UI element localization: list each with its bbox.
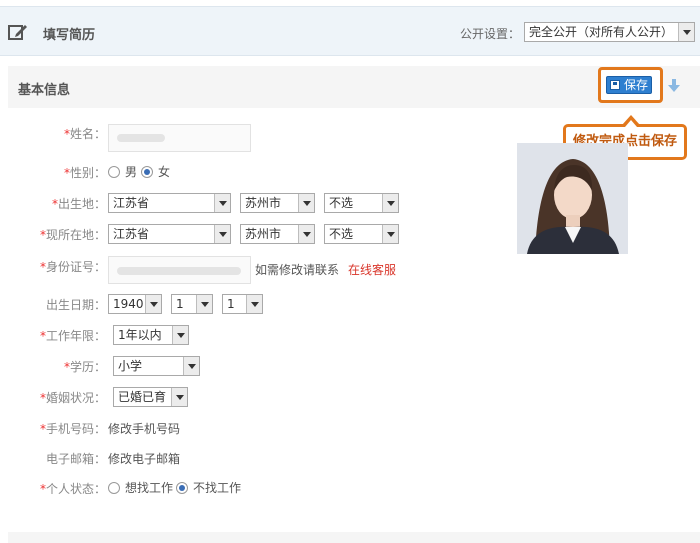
gender-female-radio[interactable] bbox=[141, 166, 153, 178]
chevron-down-icon bbox=[214, 194, 230, 212]
status-label: *个人状态： bbox=[0, 480, 106, 498]
name-label: *姓名： bbox=[0, 125, 106, 143]
birthplace-city-value: 苏州市 bbox=[245, 196, 282, 210]
birthplace-label: *出生地： bbox=[0, 195, 106, 213]
gender-male-radio[interactable] bbox=[108, 166, 120, 178]
birthdate-label-text: 出生日期： bbox=[45, 298, 106, 312]
gender-female-label: 女 bbox=[158, 165, 171, 179]
page-title: 填写简历 bbox=[43, 28, 96, 43]
online-support-link[interactable]: 在线客服 bbox=[348, 261, 396, 279]
visibility-label: 公开设置： bbox=[460, 27, 521, 41]
chevron-down-icon bbox=[246, 295, 262, 313]
residence-label: *现所在地： bbox=[0, 226, 106, 244]
gender-male-label: 男 bbox=[125, 165, 138, 179]
work-years-select[interactable]: 1年以内 bbox=[113, 325, 189, 345]
arrow-down-icon[interactable] bbox=[668, 79, 680, 93]
name-input[interactable] bbox=[108, 124, 251, 152]
residence-district-select[interactable]: 不选 bbox=[324, 224, 399, 244]
chevron-down-icon bbox=[171, 388, 187, 406]
status-seeking-label: 想找工作 bbox=[125, 481, 174, 495]
status-not-seeking-label: 不找工作 bbox=[193, 481, 242, 495]
chevron-down-icon bbox=[145, 295, 161, 313]
id-number-label: *身份证号： bbox=[0, 258, 106, 276]
section-footer bbox=[8, 532, 700, 543]
status-seeking-radio[interactable] bbox=[108, 482, 120, 494]
birth-day-select[interactable]: 1 bbox=[222, 294, 263, 314]
save-button[interactable]: 保存 bbox=[606, 76, 652, 94]
birth-day-value: 1 bbox=[227, 297, 235, 311]
name-label-text: 姓名： bbox=[69, 127, 106, 141]
id-number-label-text: 身份证号： bbox=[45, 260, 106, 274]
gender-label-text: 性别： bbox=[69, 166, 106, 180]
id-number-input bbox=[108, 256, 251, 284]
basic-info-section-header: 基本信息 bbox=[8, 66, 700, 108]
section-title: 基本信息 bbox=[18, 83, 71, 98]
marital-value: 已婚已育 bbox=[118, 390, 167, 404]
residence-province-select[interactable]: 江苏省 bbox=[108, 224, 231, 244]
education-select[interactable]: 小学 bbox=[113, 356, 200, 376]
phone-label: *手机号码： bbox=[0, 420, 106, 438]
chevron-down-icon bbox=[382, 194, 398, 212]
education-value: 小学 bbox=[118, 359, 143, 373]
birth-month-select[interactable]: 1 bbox=[171, 294, 213, 314]
chevron-down-icon bbox=[214, 225, 230, 243]
birthplace-label-text: 出生地： bbox=[57, 197, 106, 211]
education-label: *学历： bbox=[0, 358, 106, 376]
status-not-seeking-radio[interactable] bbox=[176, 482, 188, 494]
work-years-value: 1年以内 bbox=[118, 328, 162, 342]
visibility-value: 完全公开（对所有人公开） bbox=[529, 25, 674, 39]
birth-month-value: 1 bbox=[176, 297, 184, 311]
id-number-hint: 如需修改请联系 bbox=[255, 263, 340, 277]
redacted-value bbox=[117, 134, 165, 142]
avatar bbox=[517, 143, 628, 254]
residence-province-value: 江苏省 bbox=[113, 227, 150, 241]
work-years-label: *工作年限： bbox=[0, 327, 106, 345]
save-button-label: 保存 bbox=[624, 78, 649, 92]
redacted-value bbox=[117, 267, 241, 275]
gender-label: *性别： bbox=[0, 164, 106, 182]
chevron-down-icon bbox=[172, 326, 188, 344]
birthplace-district-value: 不选 bbox=[329, 196, 354, 210]
edit-email-link[interactable]: 修改电子邮箱 bbox=[108, 450, 180, 468]
birthplace-district-select[interactable]: 不选 bbox=[324, 193, 399, 213]
phone-label-text: 手机号码： bbox=[45, 422, 106, 436]
chevron-down-icon bbox=[382, 225, 398, 243]
email-label: 电子邮箱： bbox=[0, 450, 106, 468]
chevron-down-icon bbox=[298, 225, 314, 243]
birth-year-select[interactable]: 1940 bbox=[108, 294, 162, 314]
residence-label-text: 现所在地： bbox=[45, 228, 106, 242]
edit-phone-link[interactable]: 修改手机号码 bbox=[108, 420, 180, 438]
work-years-label-text: 工作年限： bbox=[45, 329, 106, 343]
birth-year-value: 1940 bbox=[113, 297, 144, 311]
status-label-text: 个人状态： bbox=[45, 482, 106, 496]
residence-city-select[interactable]: 苏州市 bbox=[240, 224, 315, 244]
marital-label-text: 婚姻状况： bbox=[45, 391, 106, 405]
chevron-down-icon bbox=[678, 23, 694, 41]
birthplace-province-select[interactable]: 江苏省 bbox=[108, 193, 231, 213]
chevron-down-icon bbox=[196, 295, 212, 313]
resume-header-bar: 填写简历 公开设置： 完全公开（对所有人公开） bbox=[0, 6, 700, 56]
chevron-down-icon bbox=[183, 357, 199, 375]
birthplace-province-value: 江苏省 bbox=[113, 196, 150, 210]
chevron-down-icon bbox=[298, 194, 314, 212]
marital-select[interactable]: 已婚已育 bbox=[113, 387, 188, 407]
birthdate-label: 出生日期： bbox=[0, 296, 106, 314]
residence-district-value: 不选 bbox=[329, 227, 354, 241]
floppy-disk-icon bbox=[610, 80, 620, 90]
email-label-text: 电子邮箱： bbox=[45, 452, 106, 466]
profile-photo[interactable] bbox=[517, 143, 628, 254]
birthplace-city-select[interactable]: 苏州市 bbox=[240, 193, 315, 213]
residence-city-value: 苏州市 bbox=[245, 227, 282, 241]
education-label-text: 学历： bbox=[69, 360, 106, 374]
edit-pen-icon bbox=[8, 25, 27, 40]
visibility-select[interactable]: 完全公开（对所有人公开） bbox=[524, 22, 695, 42]
marital-label: *婚姻状况： bbox=[0, 389, 106, 407]
